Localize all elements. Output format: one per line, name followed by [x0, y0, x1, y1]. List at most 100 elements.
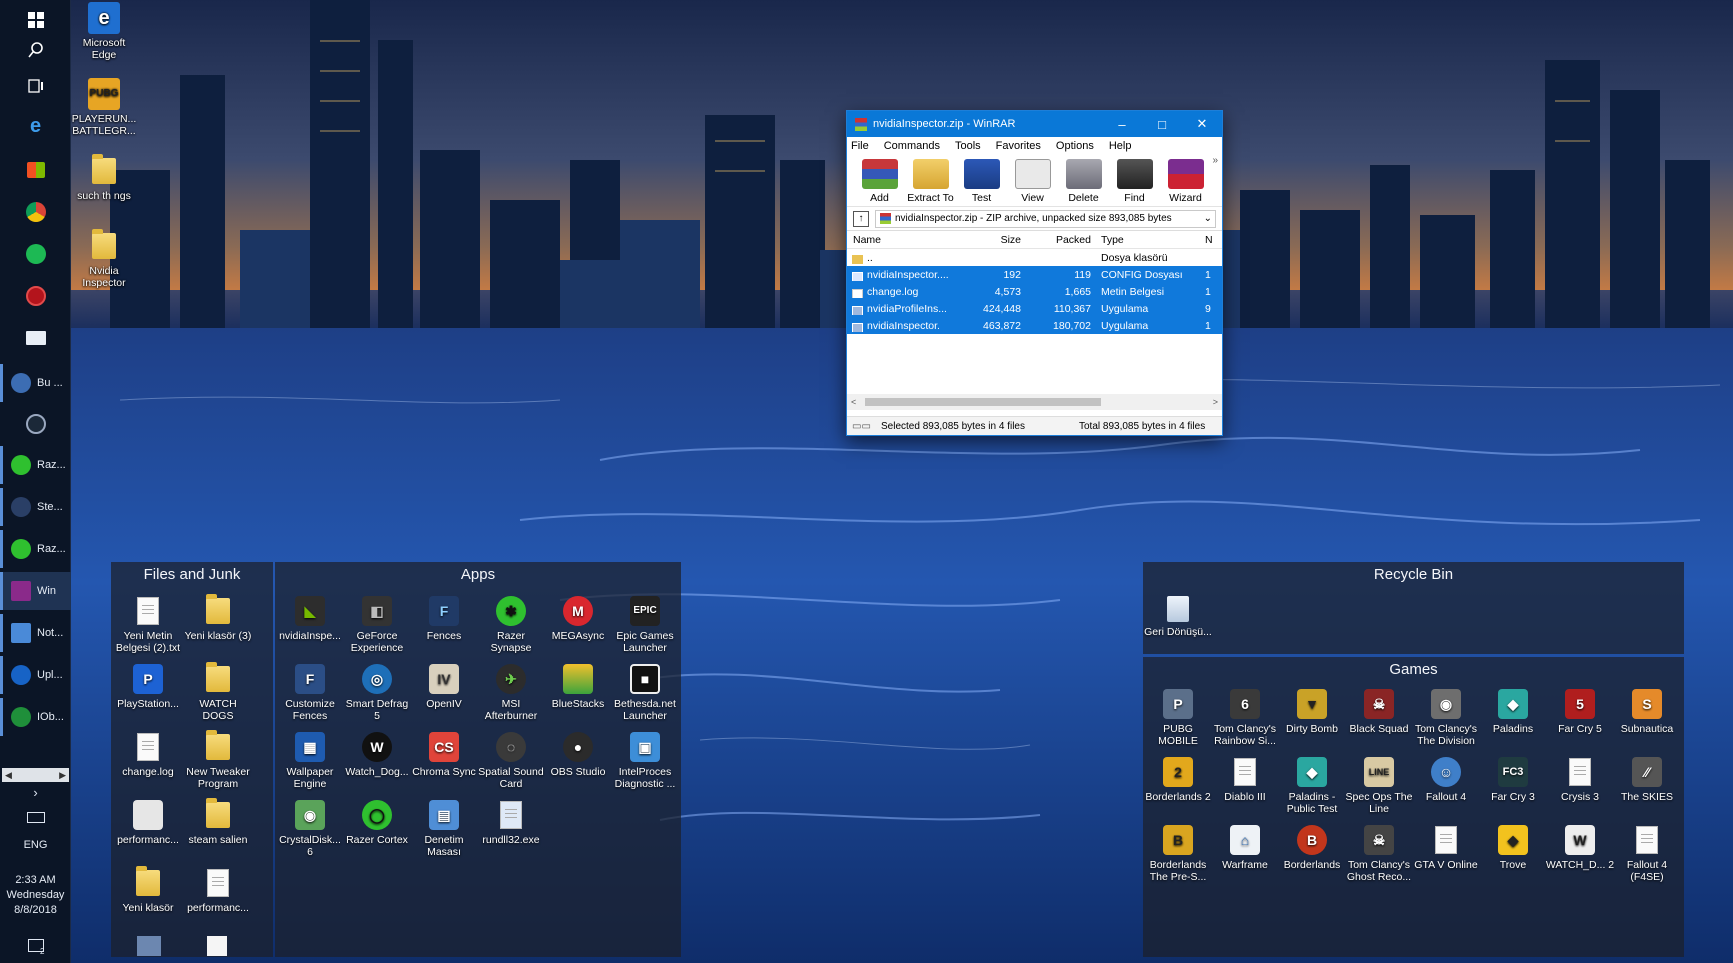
fence-item[interactable]: rundll32.exe — [476, 800, 546, 846]
fence-item[interactable]: Yeni klasör (3) — [183, 594, 253, 642]
fence-item[interactable]: ▤ Denetim Masası — [409, 800, 479, 858]
fence-item[interactable]: LINE Spec Ops The Line — [1344, 757, 1414, 815]
find-button[interactable]: Find — [1110, 155, 1159, 206]
fence-item[interactable]: ◆ Paladins - Public Test — [1277, 757, 1347, 815]
fence-item[interactable]: WATCH DOGS — [183, 662, 253, 722]
toolbar-overflow-icon[interactable]: » — [1212, 155, 1222, 206]
fence-item[interactable]: steam salien — [183, 798, 253, 846]
fence-item[interactable]: ▣ IntelProces Diagnostic ... — [610, 732, 680, 790]
up-folder-button[interactable]: ↑ — [853, 210, 869, 227]
fence-item[interactable]: F Customize Fences — [275, 664, 345, 722]
taskbar-app-0[interactable]: Bu ... — [0, 364, 71, 402]
scroll-right-icon[interactable]: > — [1213, 397, 1218, 407]
task-view-button[interactable] — [0, 66, 71, 106]
taskbar-app-red[interactable] — [0, 276, 71, 316]
taskbar-app-4[interactable]: Win — [0, 572, 71, 610]
fence-title[interactable]: Games — [1143, 657, 1684, 683]
fence-item[interactable]: 2 Borderlands 2 — [1143, 757, 1213, 803]
menu-help[interactable]: Help — [1109, 140, 1132, 152]
fence-item[interactable]: change.log — [113, 732, 183, 778]
column-size[interactable]: Size — [955, 234, 1025, 246]
taskbar-steam-pinned[interactable] — [0, 404, 71, 444]
fence-item[interactable]: ✈ MSI Afterburner — [476, 664, 546, 722]
fence-item[interactable]: performanc... — [113, 800, 183, 846]
fence-item[interactable]: M MEGAsync — [543, 596, 613, 642]
fence-item[interactable]: 5 Far Cry 5 — [1545, 689, 1615, 735]
fence-item[interactable]: S Subnautica — [1612, 689, 1682, 735]
taskbar-chrome[interactable] — [0, 192, 71, 232]
taskbar-app-5[interactable]: Not... — [0, 614, 71, 652]
fence-title[interactable]: Apps — [275, 562, 681, 588]
fence-item[interactable]: ◌ Spatial Sound Card — [476, 732, 546, 790]
taskbar-app-7[interactable]: IOb... — [0, 698, 71, 736]
fence-item[interactable]: ▦ Wallpaper Engine — [275, 732, 345, 790]
menu-favorites[interactable]: Favorites — [996, 140, 1041, 152]
file-row[interactable]: change.log 4,573 1,665 Metin Belgesi 1 — [847, 283, 1222, 300]
fence-item[interactable]: ◣ nvidiaInspe... — [275, 596, 345, 642]
horizontal-scrollbar[interactable]: < > — [847, 394, 1222, 410]
fence-item[interactable]: P PlayStation... — [113, 664, 183, 710]
desktop-icon-folder-such-things[interactable]: such th ngs — [69, 154, 139, 202]
test-button[interactable]: Test — [957, 155, 1006, 206]
archive-path-field[interactable]: nvidiaInspector.zip - ZIP archive, unpac… — [875, 209, 1216, 228]
fence-item[interactable]: New Tweaker Program — [183, 730, 253, 790]
fence-item[interactable]: IV OpenIV — [409, 664, 479, 710]
scrollbar-thumb[interactable] — [865, 398, 1101, 406]
search-button[interactable] — [0, 30, 71, 70]
fence-item[interactable]: ● OBS Studio — [543, 732, 613, 778]
maximize-button[interactable]: □ — [1142, 111, 1182, 137]
menu-commands[interactable]: Commands — [884, 140, 940, 152]
fence-item[interactable]: ▼ Dirty Bomb — [1277, 689, 1347, 735]
action-center-button[interactable]: 2 — [0, 925, 71, 963]
file-row[interactable]: nvidiaInspector.... 192 119 CONFIG Dosya… — [847, 266, 1222, 283]
file-row-parent[interactable]: .. Dosya klasörü — [847, 249, 1222, 266]
fence-item[interactable]: ⌂ Warframe — [1210, 825, 1280, 871]
fence-item[interactable]: FC3 Far Cry 3 — [1478, 757, 1548, 803]
extract-to-button[interactable]: Extract To — [906, 155, 955, 206]
fence-item[interactable]: ◆ Paladins — [1478, 689, 1548, 735]
fence-item[interactable]: Yeni klasör — [113, 866, 183, 914]
fence-item[interactable]: ◉ Tom Clancy's The Division — [1411, 689, 1481, 747]
add-button[interactable]: Add — [855, 155, 904, 206]
taskbar-app-2[interactable]: Ste... — [0, 488, 71, 526]
fence-item[interactable]: Diablo III — [1210, 757, 1280, 803]
file-row[interactable]: nvidiaProfileIns... 424,448 110,367 Uygu… — [847, 300, 1222, 317]
fence-item[interactable]: CS Chroma Sync — [409, 732, 479, 778]
desktop-icon-pubg[interactable]: PUBG PLAYERUN... BATTLEGR... — [69, 78, 139, 137]
fence-item[interactable]: Yeni Metin Belgesi (2).txt — [113, 596, 183, 654]
desktop-icon-edge[interactable]: e Microsoft Edge — [69, 2, 139, 61]
fence-item[interactable]: W Watch_Dog... — [342, 732, 412, 778]
column-type[interactable]: Type — [1095, 234, 1205, 246]
minimize-button[interactable]: – — [1102, 111, 1142, 137]
fence-item[interactable]: ◧ GeForce Experience — [342, 596, 412, 654]
clock[interactable]: 2:33 AM Wednesday 8/8/2018 — [0, 873, 71, 918]
taskbar-app-1[interactable]: Raz... — [0, 446, 71, 484]
taskbar-mail[interactable] — [0, 318, 71, 358]
fence-item[interactable]: ☠ Black Squad — [1344, 689, 1414, 735]
file-row[interactable]: nvidiaInspector. 463,872 180,702 Uygulam… — [847, 317, 1222, 334]
delete-button[interactable]: Delete — [1059, 155, 1108, 206]
taskbar-app-3[interactable]: Raz... — [0, 530, 71, 568]
recycle-bin-item[interactable]: Geri Dönüşü... — [1143, 596, 1213, 638]
fence-item[interactable]: ■ Bethesda.net Launcher — [610, 664, 680, 722]
language-indicator[interactable]: ENG — [0, 839, 71, 851]
menu-options[interactable]: Options — [1056, 140, 1094, 152]
fence-item[interactable]: ⁄⁄ The SKIES — [1612, 757, 1682, 803]
fence-item[interactable]: W WATCH_D... 2 — [1545, 825, 1615, 871]
fence-item[interactable]: B Borderlands — [1277, 825, 1347, 871]
taskbar-spotify[interactable] — [0, 234, 71, 274]
fence-item[interactable]: ✱ Razer Synapse — [476, 596, 546, 654]
fence-item[interactable]: performanc... — [183, 868, 253, 914]
fence-item[interactable]: 6 Tom Clancy's Rainbow Si... — [1210, 689, 1280, 747]
column-name[interactable]: Name — [847, 234, 955, 246]
fence-item[interactable]: P PUBG MOBILE — [1143, 689, 1213, 747]
fence-item[interactable]: GTA V Online — [1411, 825, 1481, 871]
desktop-icon-nvidia-inspector[interactable]: Nvidia Inspector — [69, 229, 139, 289]
taskbar-store[interactable] — [0, 150, 71, 190]
fence-item[interactable]: ◯ Razer Cortex — [342, 800, 412, 846]
fence-item[interactable]: BlueStacks — [543, 664, 613, 710]
touch-keyboard-button[interactable] — [0, 797, 71, 837]
taskbar-app-6[interactable]: Upl... — [0, 656, 71, 694]
fence-item[interactable]: Crysis 3 — [1545, 757, 1615, 803]
fence-title[interactable]: Files and Junk — [111, 562, 273, 588]
